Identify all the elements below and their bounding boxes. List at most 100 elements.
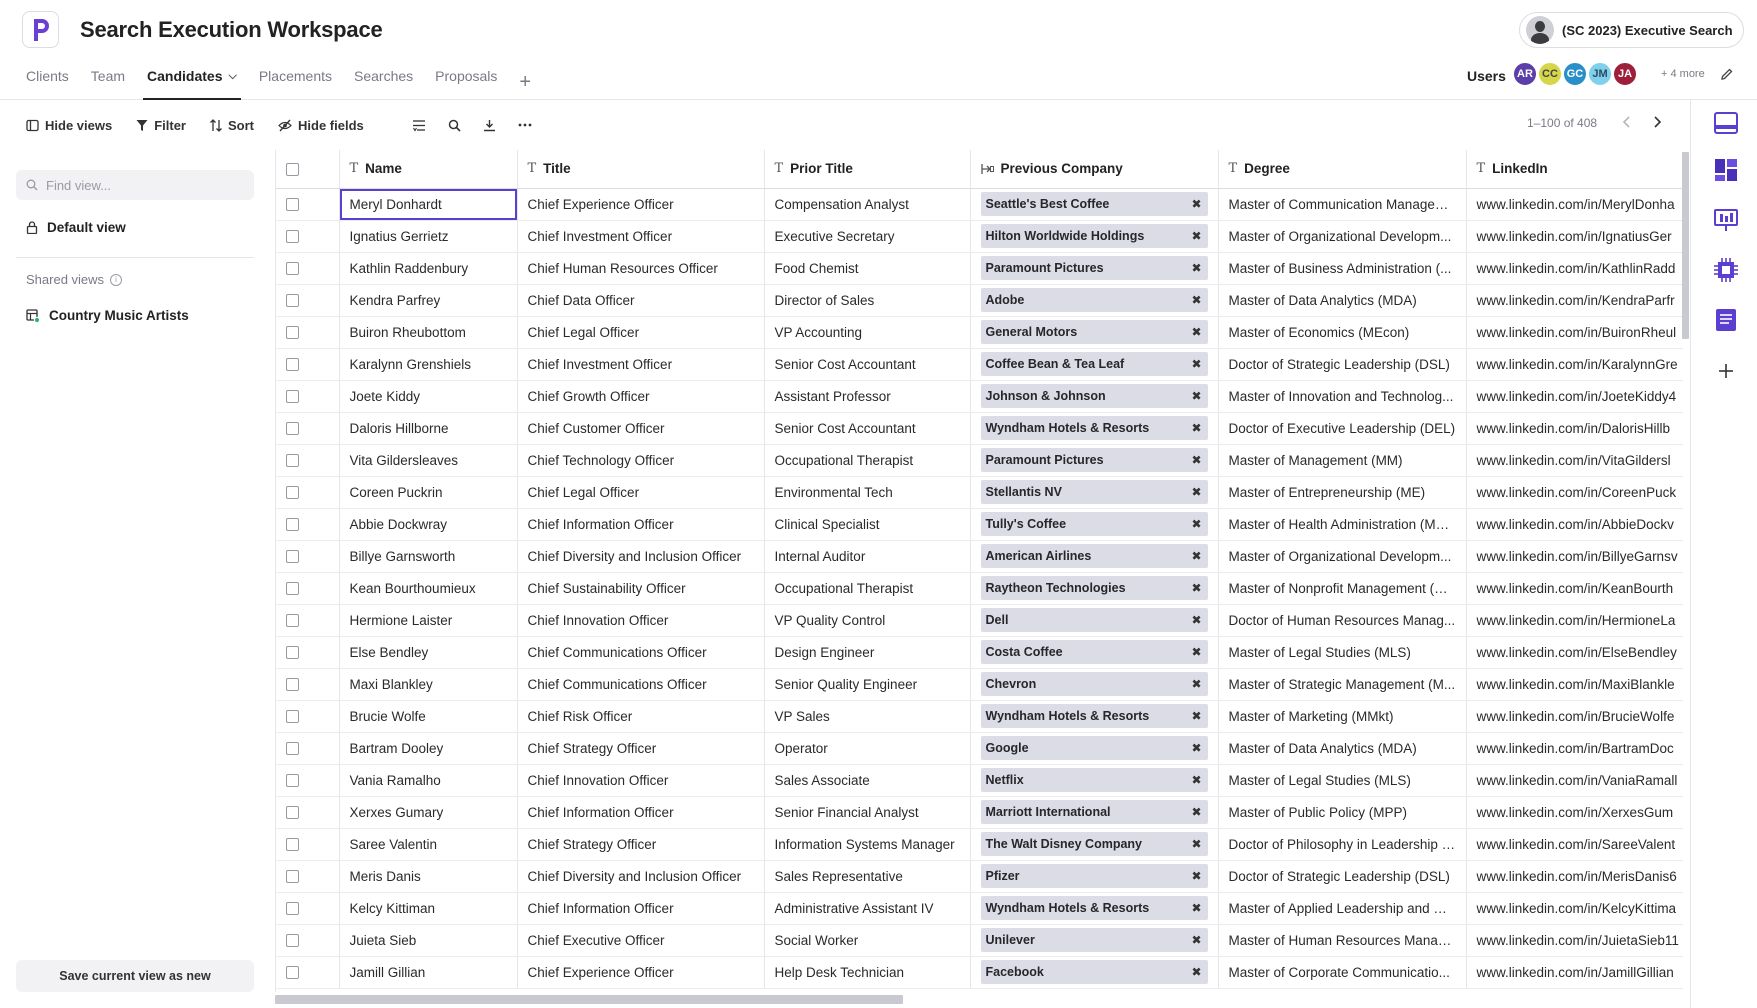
table-row[interactable]: Kean Bourthoumieux Chief Sustainability O…	[276, 572, 1683, 605]
cell-name[interactable]: Vania Ramalho	[339, 764, 518, 797]
row-select-cell[interactable]	[276, 476, 340, 509]
cell-degree[interactable]: Master of Marketing (MMkt)	[1218, 700, 1467, 733]
table-row[interactable]: Saree Valentin Chief Strategy Officer Info…	[276, 828, 1683, 861]
column-header-prior-title[interactable]: T Prior Title	[764, 150, 971, 189]
company-chip[interactable]: Marriott International ✖	[980, 800, 1208, 824]
company-chip[interactable]: The Walt Disney Company ✖	[980, 832, 1208, 856]
more-users-link[interactable]: + 4 more	[1661, 68, 1705, 80]
find-view-input[interactable]	[46, 177, 246, 193]
row-checkbox[interactable]	[286, 902, 299, 916]
row-select-cell[interactable]	[276, 284, 340, 317]
cell-previous-company[interactable]: Wyndham Hotels & Resorts ✖	[970, 412, 1219, 445]
row-checkbox[interactable]	[286, 262, 299, 276]
cell-prior-title[interactable]: Food Chemist	[764, 252, 971, 285]
cell-name[interactable]: Meryl Donhardt	[339, 188, 518, 221]
cell-previous-company[interactable]: Costa Coffee ✖	[970, 636, 1219, 669]
cell-degree[interactable]: Master of Entrepreneurship (ME)	[1218, 476, 1467, 509]
company-chip[interactable]: Paramount Pictures ✖	[980, 256, 1208, 280]
cell-title[interactable]: Chief Communications Officer	[517, 636, 765, 669]
next-page-button[interactable]	[1649, 114, 1665, 135]
cell-prior-title[interactable]: Compensation Analyst	[764, 188, 971, 221]
remove-icon[interactable]: ✖	[1191, 933, 1201, 947]
cell-degree[interactable]: Master of Economics (MEcon)	[1218, 316, 1467, 349]
cell-name[interactable]: Karalynn Grenshiels	[339, 348, 518, 381]
table-row[interactable]: Maxi Blankley Chief Communications Office…	[276, 668, 1683, 701]
select-all-checkbox[interactable]	[286, 163, 299, 177]
company-chip[interactable]: Google ✖	[980, 736, 1208, 760]
cell-title[interactable]: Chief Information Officer	[517, 796, 765, 829]
cell-name[interactable]: Daloris Hillborne	[339, 412, 518, 445]
remove-icon[interactable]: ✖	[1191, 421, 1201, 435]
company-chip[interactable]: Dell ✖	[980, 608, 1208, 632]
cell-title[interactable]: Chief Technology Officer	[517, 444, 765, 477]
row-checkbox[interactable]	[286, 774, 299, 788]
cell-degree[interactable]: Master of Data Analytics (MDA)	[1218, 284, 1467, 317]
hide-views-button[interactable]: Hide views	[26, 118, 112, 133]
cell-prior-title[interactable]: VP Accounting	[764, 316, 971, 349]
cell-linkedin[interactable]: www.linkedin.com/in/XerxesGum	[1466, 796, 1683, 829]
cell-name[interactable]: Meris Danis	[339, 860, 518, 893]
cell-title[interactable]: Chief Sustainability Officer	[517, 572, 765, 605]
remove-icon[interactable]: ✖	[1191, 581, 1201, 595]
cell-previous-company[interactable]: Marriott International ✖	[970, 796, 1219, 829]
remove-icon[interactable]: ✖	[1191, 261, 1201, 275]
cell-degree[interactable]: Doctor of Human Resources Manag...	[1218, 604, 1467, 637]
remove-icon[interactable]: ✖	[1191, 677, 1201, 691]
dashboard-button[interactable]	[1713, 157, 1739, 183]
row-select-cell[interactable]	[276, 444, 340, 477]
cell-prior-title[interactable]: Clinical Specialist	[764, 508, 971, 541]
row-checkbox[interactable]	[286, 454, 299, 468]
cell-title[interactable]: Chief Strategy Officer	[517, 732, 765, 765]
cell-title[interactable]: Chief Experience Officer	[517, 956, 765, 989]
cell-previous-company[interactable]: Paramount Pictures ✖	[970, 444, 1219, 477]
row-select-cell[interactable]	[276, 252, 340, 285]
row-checkbox[interactable]	[286, 390, 299, 404]
cell-title[interactable]: Chief Legal Officer	[517, 476, 765, 509]
cell-degree[interactable]: Master of Corporate Communicatio...	[1218, 956, 1467, 989]
table-row[interactable]: Jamill Gillian Chief Experience Officer He…	[276, 956, 1683, 989]
cell-linkedin[interactable]: www.linkedin.com/in/DalorisHillb	[1466, 412, 1683, 445]
cell-previous-company[interactable]: Adobe ✖	[970, 284, 1219, 317]
company-chip[interactable]: Costa Coffee ✖	[980, 640, 1208, 664]
cell-title[interactable]: Chief Innovation Officer	[517, 764, 765, 797]
table-row[interactable]: Joete Kiddy Chief Growth Officer Assistant…	[276, 380, 1683, 413]
cell-prior-title[interactable]: Environmental Tech	[764, 476, 971, 509]
cell-name[interactable]: Saree Valentin	[339, 828, 518, 861]
cell-name[interactable]: Coreen Puckrin	[339, 476, 518, 509]
documents-button[interactable]	[1713, 307, 1739, 333]
avatar[interactable]: CC	[1537, 61, 1563, 87]
row-checkbox[interactable]	[286, 326, 299, 340]
cell-linkedin[interactable]: www.linkedin.com/in/SareeValent	[1466, 828, 1683, 861]
row-select-cell[interactable]	[276, 540, 340, 573]
row-select-cell[interactable]	[276, 348, 340, 381]
cell-name[interactable]: Juieta Sieb	[339, 924, 518, 957]
hide-fields-button[interactable]: Hide fields	[278, 118, 364, 133]
cell-linkedin[interactable]: www.linkedin.com/in/VaniaRamall	[1466, 764, 1683, 797]
table-row[interactable]: Daloris Hillborne Chief Customer Officer S…	[276, 412, 1683, 445]
row-select-cell[interactable]	[276, 700, 340, 733]
app-logo[interactable]	[22, 11, 59, 48]
cell-degree[interactable]: Master of Management (MM)	[1218, 444, 1467, 477]
row-select-cell[interactable]	[276, 380, 340, 413]
remove-icon[interactable]: ✖	[1191, 453, 1201, 467]
cell-linkedin[interactable]: www.linkedin.com/in/CoreenPuck	[1466, 476, 1683, 509]
cell-previous-company[interactable]: Chevron ✖	[970, 668, 1219, 701]
row-select-cell[interactable]	[276, 956, 340, 989]
table-row[interactable]: Coreen Puckrin Chief Legal Officer Environ…	[276, 476, 1683, 509]
info-icon[interactable]: i	[110, 273, 123, 286]
company-chip[interactable]: Raytheon Technologies ✖	[980, 576, 1208, 600]
remove-icon[interactable]: ✖	[1191, 869, 1201, 883]
cell-previous-company[interactable]: American Airlines ✖	[970, 540, 1219, 573]
cell-previous-company[interactable]: Seattle's Best Coffee ✖	[970, 188, 1219, 221]
cell-previous-company[interactable]: Wyndham Hotels & Resorts ✖	[970, 892, 1219, 925]
cell-prior-title[interactable]: Director of Sales	[764, 284, 971, 317]
row-select-cell[interactable]	[276, 764, 340, 797]
save-view-button[interactable]: Save current view as new	[16, 960, 254, 992]
row-select-cell[interactable]	[276, 828, 340, 861]
cell-title[interactable]: Chief Investment Officer	[517, 348, 765, 381]
table-row[interactable]: Abbie Dockwray Chief Information Officer C…	[276, 508, 1683, 541]
avatar[interactable]: AR	[1512, 61, 1538, 87]
presentation-button[interactable]	[1713, 207, 1739, 233]
row-select-cell[interactable]	[276, 316, 340, 349]
cell-name[interactable]: Buiron Rheubottom	[339, 316, 518, 349]
